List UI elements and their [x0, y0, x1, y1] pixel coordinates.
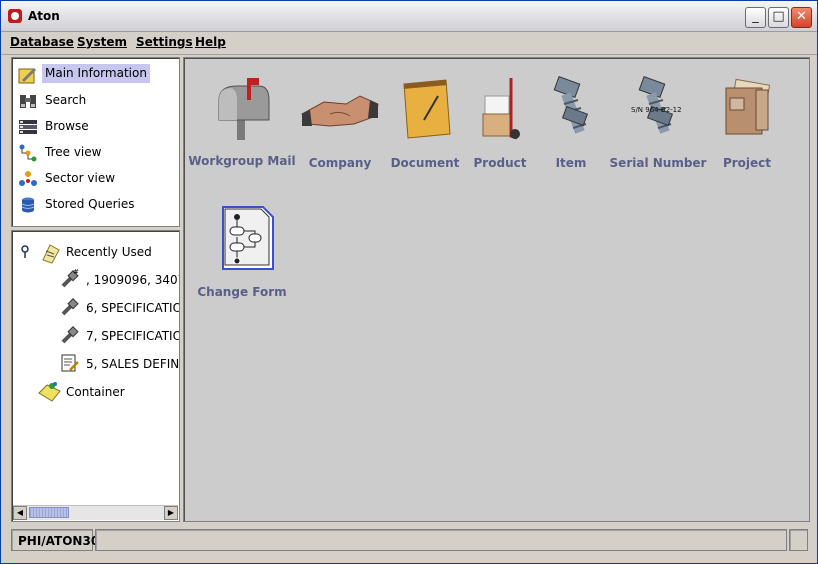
handshake-icon [301, 95, 379, 127]
navigation-panel: Main Information Search Browse Tree view… [11, 57, 180, 227]
nav-item-search[interactable]: Search [18, 90, 178, 112]
container-folder-icon [38, 382, 61, 402]
serial-bolt-icon: S/N 964-B2-12 [631, 76, 682, 134]
numbered-screw-icon: # [61, 269, 79, 288]
flowchart-form-icon [222, 206, 274, 270]
sector-view-icon [19, 171, 37, 186]
scroll-right-arrow-icon[interactable]: ▶ [164, 506, 178, 520]
notepad-icon [403, 79, 451, 139]
tree-label: , 1909096, 34070 [86, 273, 179, 287]
main-information-panel: Workgroup Mail Company Document Product … [183, 57, 810, 522]
minimize-button[interactable]: _ [745, 7, 766, 28]
project-folder-icon [725, 78, 771, 135]
nav-item-tree-view[interactable]: Tree view [18, 142, 178, 164]
tree-node-recent-item[interactable]: 7, SPECIFICATIO [60, 325, 180, 347]
horizontal-scrollbar[interactable]: ◀ ▶ [13, 505, 178, 520]
app-window: Aton _ □ ✕ Database System Settings Help… [0, 0, 818, 564]
database-icon [21, 197, 35, 213]
nav-item-sector-view[interactable]: Sector view [18, 168, 178, 190]
menu-bar: Database System Settings Help [1, 32, 817, 55]
app-logo-icon [8, 9, 22, 23]
menu-system[interactable]: System [77, 35, 127, 49]
recent-tree-panel: Recently Used # , 1909096, 34070 6, SPEC… [11, 230, 180, 522]
scroll-left-arrow-icon[interactable]: ◀ [13, 506, 27, 520]
tree-node-recently-used[interactable]: Recently Used [20, 241, 179, 264]
document-edit-icon [61, 354, 79, 372]
tile-change-form[interactable]: Change Form [194, 203, 290, 323]
tree-label: 6, SPECIFICATIO [86, 301, 180, 315]
bolt-icon [553, 76, 589, 134]
nav-item-label: Browse [45, 119, 89, 133]
menu-database[interactable]: Database [10, 35, 74, 49]
tree-node-recent-item[interactable]: # , 1909096, 34070 [60, 269, 179, 291]
maximize-button[interactable]: □ [768, 7, 789, 28]
tile-workgroup-mail[interactable]: Workgroup Mail [188, 74, 296, 194]
nav-item-browse[interactable]: Browse [18, 116, 178, 138]
tile-item[interactable]: Item [523, 74, 619, 194]
status-resize-cell [789, 529, 808, 551]
binoculars-icon [20, 95, 36, 108]
tile-label: Change Form [197, 285, 287, 299]
tree-label: Recently Used [66, 245, 152, 259]
tree-node-recent-item[interactable]: 6, SPECIFICATIO [60, 297, 180, 319]
nav-item-label: Sector view [45, 171, 116, 185]
scrollbar-thumb[interactable] [29, 507, 69, 518]
nav-item-label: Tree view [45, 145, 102, 159]
browse-list-icon [19, 120, 37, 134]
nav-item-main-information[interactable]: Main Information [18, 64, 178, 86]
menu-help[interactable]: Help [195, 35, 226, 49]
tree-label: 5, SALES DEFINI [86, 357, 180, 371]
tree-node-container[interactable]: Container [38, 381, 178, 403]
tile-serial-number[interactable]: S/N 964-B2-12 Serial Number [610, 74, 706, 194]
svg-text:#: # [73, 269, 79, 276]
serial-engraving-text: S/N 964-B2-12 [631, 106, 682, 114]
status-message-cell [95, 529, 787, 551]
screw-icon [61, 326, 79, 344]
nav-item-stored-queries[interactable]: Stored Queries [18, 194, 178, 216]
screw-icon [61, 298, 79, 316]
tree-label: Container [66, 385, 125, 399]
title-bar[interactable]: Aton _ □ ✕ [1, 1, 817, 32]
tree-expand-pin-icon [21, 245, 29, 258]
mailbox-icon [218, 78, 270, 140]
status-server-text: PHI/ATON30 [18, 534, 100, 548]
tile-company[interactable]: Company [292, 74, 388, 194]
nav-item-label: Search [45, 93, 87, 107]
recently-used-icon [42, 244, 60, 264]
main-information-icon [18, 68, 36, 84]
close-button[interactable]: ✕ [791, 7, 812, 28]
status-server-cell: PHI/ATON30 [11, 529, 99, 551]
tree-label: 7, SPECIFICATIO [86, 329, 180, 343]
tile-label: Project [722, 156, 772, 170]
nav-item-label: Main Information [42, 64, 150, 83]
status-bar: PHI/ATON30 [11, 529, 808, 552]
tree-node-recent-item[interactable]: 5, SALES DEFINI [60, 353, 180, 375]
window-title: Aton [28, 9, 60, 23]
tile-project[interactable]: Project [699, 74, 795, 194]
tree-view-icon [19, 144, 37, 162]
nav-item-label: Stored Queries [45, 197, 135, 211]
menu-settings[interactable]: Settings [136, 35, 193, 49]
